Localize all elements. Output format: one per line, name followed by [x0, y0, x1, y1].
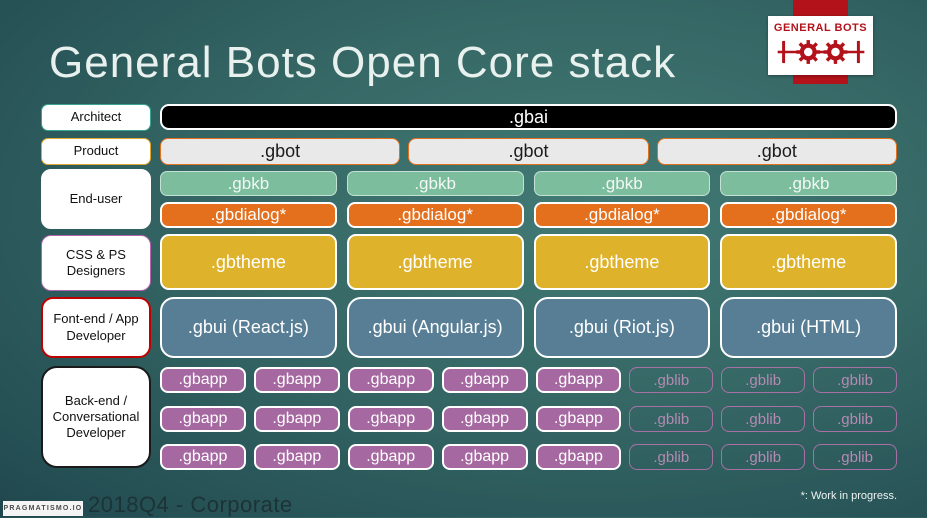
row-gbtheme: .gbtheme .gbtheme .gbtheme .gbtheme [160, 234, 897, 290]
gbui-html-box: .gbui (HTML) [720, 297, 897, 358]
gbkb-box: .gbkb [160, 171, 337, 196]
gblib-box: .gblib [629, 367, 714, 393]
gblib-box: .gblib [813, 367, 897, 393]
gblib-box: .gblib [629, 444, 714, 470]
footer-date-text: 2018Q4 - Corporate [88, 492, 293, 517]
gbtheme-box: .gbtheme [720, 234, 897, 290]
row-gbui: .gbui (React.js) .gbui (Angular.js) .gbu… [160, 297, 897, 358]
gbkb-box: .gbkb [720, 171, 897, 196]
role-label-end-user: End-user [41, 169, 151, 229]
gblib-box: .gblib [629, 406, 714, 432]
row-gbapp-2: .gbapp .gbapp .gbapp .gbapp .gbapp .gbli… [160, 406, 897, 432]
gbui-riot-box: .gbui (Riot.js) [533, 297, 711, 358]
gbapp-box: .gbapp [160, 406, 246, 432]
gbot-box: .gbot [656, 138, 897, 165]
gbapp-box: .gbapp [535, 406, 622, 432]
gbapp-box: .gbapp [160, 444, 246, 470]
gbot-box: .gbot [160, 138, 401, 165]
row-gbdialog: .gbdialog* .gbdialog* .gbdialog* .gbdial… [160, 202, 897, 228]
row-gbkb: .gbkb .gbkb .gbkb .gbkb [160, 171, 897, 196]
gbapp-box: .gbapp [441, 367, 528, 393]
gbapp-box: .gbapp [253, 406, 340, 432]
role-label-css-ps-designers: CSS & PS Designers [41, 235, 151, 291]
gblib-box: .gblib [813, 444, 897, 470]
gblib-box: .gblib [721, 367, 806, 393]
row-gbai: .gbai [160, 104, 897, 130]
gbai-box: .gbai [160, 104, 897, 130]
gbapp-box: .gbapp [441, 406, 528, 432]
gbapp-box: .gbapp [253, 444, 340, 470]
pragmatismo-brand-chip: PRAGMATISMO.IO [3, 501, 83, 516]
gbdialog-box: .gbdialog* [720, 202, 897, 228]
gbapp-box: .gbapp [347, 406, 434, 432]
gbui-angular-box: .gbui (Angular.js) [346, 297, 524, 358]
gbkb-box: .gbkb [346, 171, 524, 196]
gbapp-box: .gbapp [535, 444, 622, 470]
gbdialog-box: .gbdialog* [160, 202, 337, 228]
gblib-box: .gblib [813, 406, 897, 432]
gbdialog-box: .gbdialog* [533, 202, 711, 228]
logo-wordmark: GENERAL BOTS [773, 22, 868, 34]
row-gbapp-3: .gbapp .gbapp .gbapp .gbapp .gbapp .gbli… [160, 444, 897, 470]
role-label-front-end-developer: Font-end / App Developer [41, 297, 151, 358]
gbapp-box: .gbapp [253, 367, 340, 393]
gbui-react-box: .gbui (React.js) [160, 297, 337, 358]
gbtheme-box: .gbtheme [346, 234, 524, 290]
role-label-back-end-developer: Back-end / Conversational Developer [41, 366, 151, 468]
gears-icon [777, 40, 864, 64]
gbapp-box: .gbapp [441, 444, 528, 470]
gbapp-box: .gbapp [160, 367, 246, 393]
gbtheme-box: .gbtheme [160, 234, 337, 290]
gblib-box: .gblib [721, 406, 806, 432]
row-gbapp-1: .gbapp .gbapp .gbapp .gbapp .gbapp .gbli… [160, 367, 897, 393]
work-in-progress-footnote: *: Work in progress. [800, 490, 897, 502]
general-bots-logo: GENERAL BOTS [768, 16, 873, 75]
gbot-box: .gbot [408, 138, 649, 165]
slide-title: General Bots Open Core stack [49, 38, 677, 87]
gbapp-box: .gbapp [535, 367, 622, 393]
gbapp-box: .gbapp [347, 444, 434, 470]
row-gbot: .gbot .gbot .gbot [160, 138, 897, 165]
role-label-product: Product [41, 138, 151, 165]
gbdialog-box: .gbdialog* [346, 202, 524, 228]
gblib-box: .gblib [721, 444, 806, 470]
gbtheme-box: .gbtheme [533, 234, 711, 290]
gbkb-box: .gbkb [533, 171, 711, 196]
role-label-architect: Architect [41, 104, 151, 131]
gbapp-box: .gbapp [347, 367, 434, 393]
